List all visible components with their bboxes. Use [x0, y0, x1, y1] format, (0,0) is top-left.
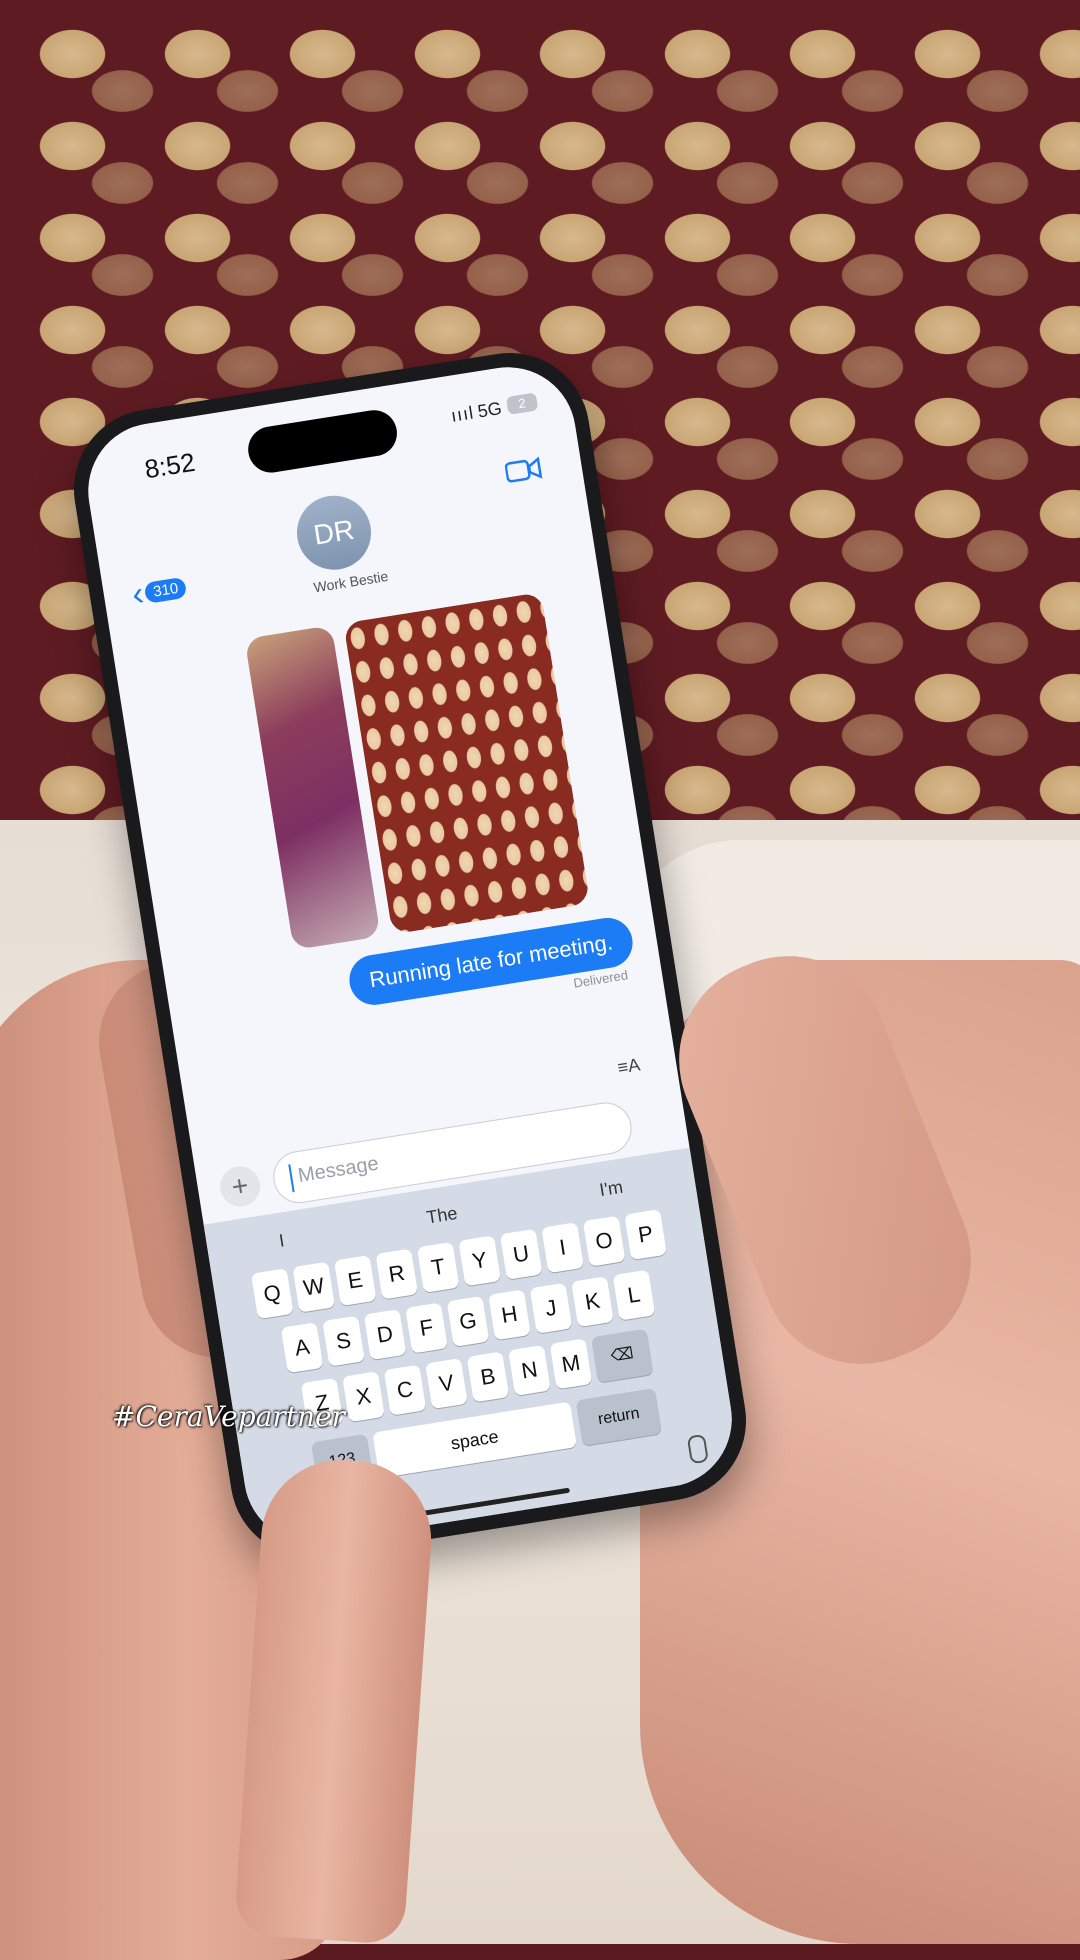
message-placeholder: Message — [296, 1152, 381, 1188]
key-l[interactable]: L — [612, 1269, 656, 1321]
key-b[interactable]: B — [466, 1351, 510, 1403]
dynamic-island — [244, 406, 401, 476]
sent-message-bubble[interactable]: Running late for meeting. — [346, 914, 637, 1009]
suggestion-item[interactable]: I'm — [596, 1167, 625, 1210]
key-g[interactable]: G — [446, 1295, 490, 1347]
unread-badge: 310 — [143, 576, 188, 604]
photo-attachment[interactable] — [343, 592, 591, 935]
hashtag-overlay: #CeraVepartner — [112, 1400, 345, 1433]
key-f[interactable]: F — [405, 1302, 448, 1354]
key-j[interactable]: J — [529, 1282, 573, 1334]
key-u[interactable]: U — [499, 1228, 543, 1280]
key-d[interactable]: D — [363, 1309, 407, 1361]
key-w[interactable]: W — [292, 1261, 336, 1313]
key-i[interactable]: I — [541, 1222, 585, 1274]
battery-icon: 2 — [505, 392, 539, 415]
suggestion-item[interactable]: The — [423, 1193, 460, 1237]
key-o[interactable]: O — [582, 1215, 626, 1267]
text-caret — [288, 1164, 295, 1193]
key-e[interactable]: E — [333, 1255, 377, 1307]
key-n[interactable]: N — [508, 1344, 551, 1396]
chevron-left-icon: ‹ — [129, 574, 147, 614]
key-k[interactable]: K — [571, 1276, 614, 1328]
key-a[interactable]: A — [280, 1322, 324, 1374]
status-time: 8:52 — [142, 446, 198, 485]
key-m[interactable]: M — [549, 1338, 593, 1390]
contact-avatar[interactable]: DR — [291, 490, 377, 576]
network-label: 5G — [476, 398, 504, 422]
key-c[interactable]: C — [383, 1364, 427, 1416]
suggestion-item[interactable]: I — [276, 1220, 287, 1260]
key-s[interactable]: S — [322, 1315, 365, 1367]
key-r[interactable]: R — [375, 1248, 419, 1300]
key-p[interactable]: P — [624, 1209, 668, 1261]
text-format-icon[interactable]: ≡A — [616, 1054, 642, 1078]
key-y[interactable]: Y — [458, 1235, 502, 1287]
signal-icon: ıııl — [449, 402, 476, 426]
return-key[interactable]: return — [575, 1388, 662, 1446]
add-attachment-button[interactable]: + — [217, 1163, 263, 1210]
delete-key[interactable]: ⌫ — [591, 1328, 654, 1383]
key-t[interactable]: T — [416, 1241, 460, 1293]
key-h[interactable]: H — [488, 1289, 531, 1341]
left-thumb — [233, 1454, 437, 1946]
microphone-icon[interactable] — [686, 1433, 709, 1465]
video-call-icon[interactable] — [504, 455, 544, 486]
key-x[interactable]: X — [342, 1371, 385, 1423]
key-q[interactable]: Q — [250, 1268, 294, 1320]
key-v[interactable]: V — [425, 1358, 468, 1410]
